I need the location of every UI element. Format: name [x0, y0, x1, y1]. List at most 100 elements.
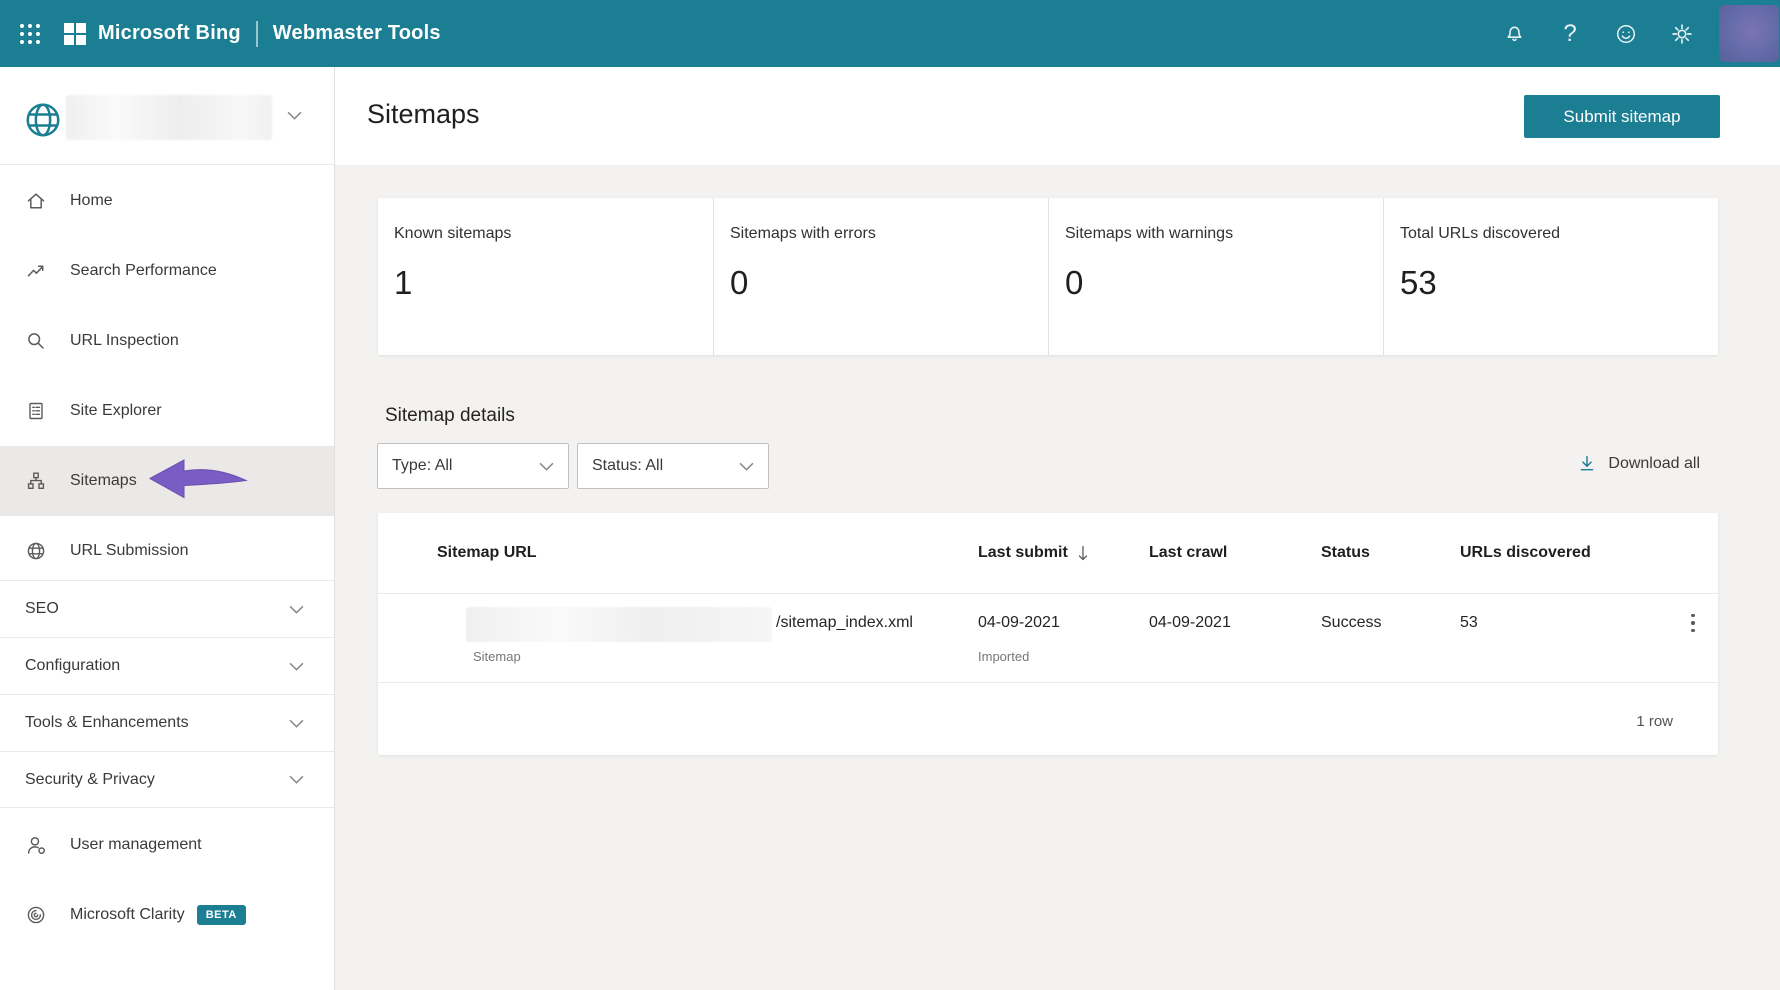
microsoft-logo-icon — [64, 22, 86, 45]
section-label: Tools & Enhancements — [25, 714, 189, 731]
settings-button[interactable] — [1654, 0, 1710, 67]
sitemap-icon — [25, 470, 47, 492]
column-header-urls-discovered: URLs discovered — [1460, 544, 1591, 561]
stat-value: 53 — [1400, 264, 1437, 301]
submit-sitemap-button[interactable]: Submit sitemap — [1524, 95, 1720, 138]
sidebar-section-tools-enhancements[interactable]: Tools & Enhancements — [0, 694, 334, 751]
chevron-down-icon — [289, 605, 304, 614]
sidebar-nav: Home Search Performance URL Inspection S… — [0, 166, 334, 586]
user-avatar[interactable] — [1719, 5, 1779, 62]
sidebar-item-label: Site Explorer — [70, 402, 162, 419]
feedback-button[interactable] — [1598, 0, 1654, 67]
sidebar-item-url-submission[interactable]: URL Submission — [0, 516, 334, 586]
globe-icon — [25, 540, 47, 562]
stats-summary-card: Known sitemaps 1 Sitemaps with errors 0 … — [378, 198, 1718, 355]
row-more-options-button[interactable] — [1678, 608, 1708, 638]
download-all-label: Download all — [1608, 454, 1700, 472]
stat-sitemaps-with-warnings: Sitemaps with warnings 0 — [1048, 198, 1383, 355]
chevron-down-icon — [739, 462, 754, 471]
beta-badge: BETA — [196, 905, 246, 925]
bell-icon — [1503, 22, 1526, 45]
sidebar-item-microsoft-clarity[interactable]: Microsoft Clarity BETA — [0, 880, 334, 950]
chevron-down-icon — [289, 662, 304, 671]
urls-discovered-value: 53 — [1460, 614, 1478, 631]
section-label: Configuration — [25, 657, 121, 674]
status-filter-dropdown[interactable]: Status: All — [577, 443, 769, 489]
top-bar: Microsoft Bing Webmaster Tools ? — [0, 0, 1780, 67]
site-globe-icon — [22, 99, 64, 141]
type-filter-value: Type: All — [392, 457, 453, 474]
site-name-redacted — [66, 95, 272, 140]
column-header-sitemap-url: Sitemap URL — [437, 544, 537, 561]
sidebar-section-seo[interactable]: SEO — [0, 580, 334, 637]
column-header-last-submit[interactable]: Last submit — [978, 544, 1089, 562]
sidebar-item-label: URL Inspection — [70, 332, 179, 349]
sidebar-item-user-management[interactable]: User management — [0, 810, 334, 880]
type-filter-dropdown[interactable]: Type: All — [377, 443, 569, 489]
stat-label: Sitemaps with errors — [730, 225, 876, 242]
sitemap-url-suffix: /sitemap_index.xml — [776, 614, 913, 631]
chevron-down-icon — [289, 719, 304, 728]
table-footer-divider — [378, 682, 1718, 683]
column-header-last-crawl: Last crawl — [1149, 544, 1228, 561]
topbar-actions: ? — [1486, 0, 1710, 67]
sidebar-section-security-privacy[interactable]: Security & Privacy — [0, 751, 334, 808]
sidebar-item-label: Microsoft Clarity — [70, 906, 185, 923]
notifications-button[interactable] — [1486, 0, 1542, 67]
last-crawl-value: 04-09-2021 — [1149, 614, 1231, 631]
site-selector[interactable] — [0, 67, 334, 165]
stat-label: Known sitemaps — [394, 225, 512, 242]
column-header-label: Last submit — [978, 544, 1068, 561]
main-content: Sitemaps Submit sitemap Known sitemaps 1… — [335, 67, 1780, 990]
sidebar-section-configuration[interactable]: Configuration — [0, 637, 334, 694]
stat-value: 0 — [1065, 264, 1084, 301]
document-list-icon — [25, 400, 47, 422]
last-submit-value: 04-09-2021 — [978, 614, 1060, 631]
sidebar-item-search-performance[interactable]: Search Performance — [0, 236, 334, 306]
download-icon — [1577, 453, 1597, 474]
brand-text: Microsoft Bing — [98, 22, 241, 44]
sitemap-details-heading: Sitemap details — [385, 405, 515, 426]
stat-known-sitemaps: Known sitemaps 1 — [378, 198, 713, 355]
table-header-divider — [378, 593, 1718, 594]
chevron-down-icon — [289, 775, 304, 784]
stat-value: 1 — [394, 264, 413, 301]
stat-total-urls-discovered: Total URLs discovered 53 — [1383, 198, 1718, 355]
help-icon: ? — [1563, 19, 1577, 47]
sidebar-item-label: Sitemaps — [70, 472, 137, 489]
sidebar-item-label: User management — [70, 836, 202, 853]
sidebar-item-label: Search Performance — [70, 262, 217, 279]
sidebar: Home Search Performance URL Inspection S… — [0, 67, 335, 990]
sidebar-sections: SEO Configuration Tools & Enhancements S… — [0, 580, 334, 808]
gear-icon — [1670, 22, 1694, 46]
sidebar-item-site-explorer[interactable]: Site Explorer — [0, 376, 334, 446]
waffle-menu-icon[interactable] — [20, 23, 40, 44]
stat-label: Total URLs discovered — [1400, 225, 1561, 242]
stat-label: Sitemaps with warnings — [1065, 225, 1234, 242]
column-header-status: Status — [1321, 544, 1370, 561]
sidebar-item-url-inspection[interactable]: URL Inspection — [0, 306, 334, 376]
section-label: SEO — [25, 600, 59, 617]
clarity-icon — [25, 904, 47, 926]
sidebar-item-label: URL Submission — [70, 542, 189, 559]
trend-up-icon — [25, 260, 47, 282]
stat-value: 0 — [730, 264, 749, 301]
sitemaps-table: Sitemap URL Last submit Last crawl Statu… — [378, 513, 1718, 755]
sitemap-domain-redacted — [466, 607, 772, 642]
sidebar-footer: User management Microsoft Clarity BETA — [0, 810, 334, 950]
sidebar-item-sitemaps[interactable]: Sitemaps — [0, 446, 334, 516]
status-filter-value: Status: All — [592, 457, 664, 474]
product-text: Webmaster Tools — [272, 22, 441, 44]
sidebar-item-home[interactable]: Home — [0, 166, 334, 236]
stat-sitemaps-with-errors: Sitemaps with errors 0 — [713, 198, 1048, 355]
status-value: Success — [1321, 614, 1382, 631]
sidebar-item-label: Home — [70, 192, 113, 209]
home-icon — [25, 190, 47, 212]
page-title: Sitemaps — [367, 99, 480, 129]
help-button[interactable]: ? — [1542, 0, 1598, 67]
search-icon — [25, 330, 47, 352]
section-label: Security & Privacy — [25, 770, 155, 788]
submit-note: Imported — [978, 649, 1030, 664]
sort-descending-icon — [1077, 545, 1089, 562]
download-all-button[interactable]: Download all — [1577, 453, 1700, 474]
